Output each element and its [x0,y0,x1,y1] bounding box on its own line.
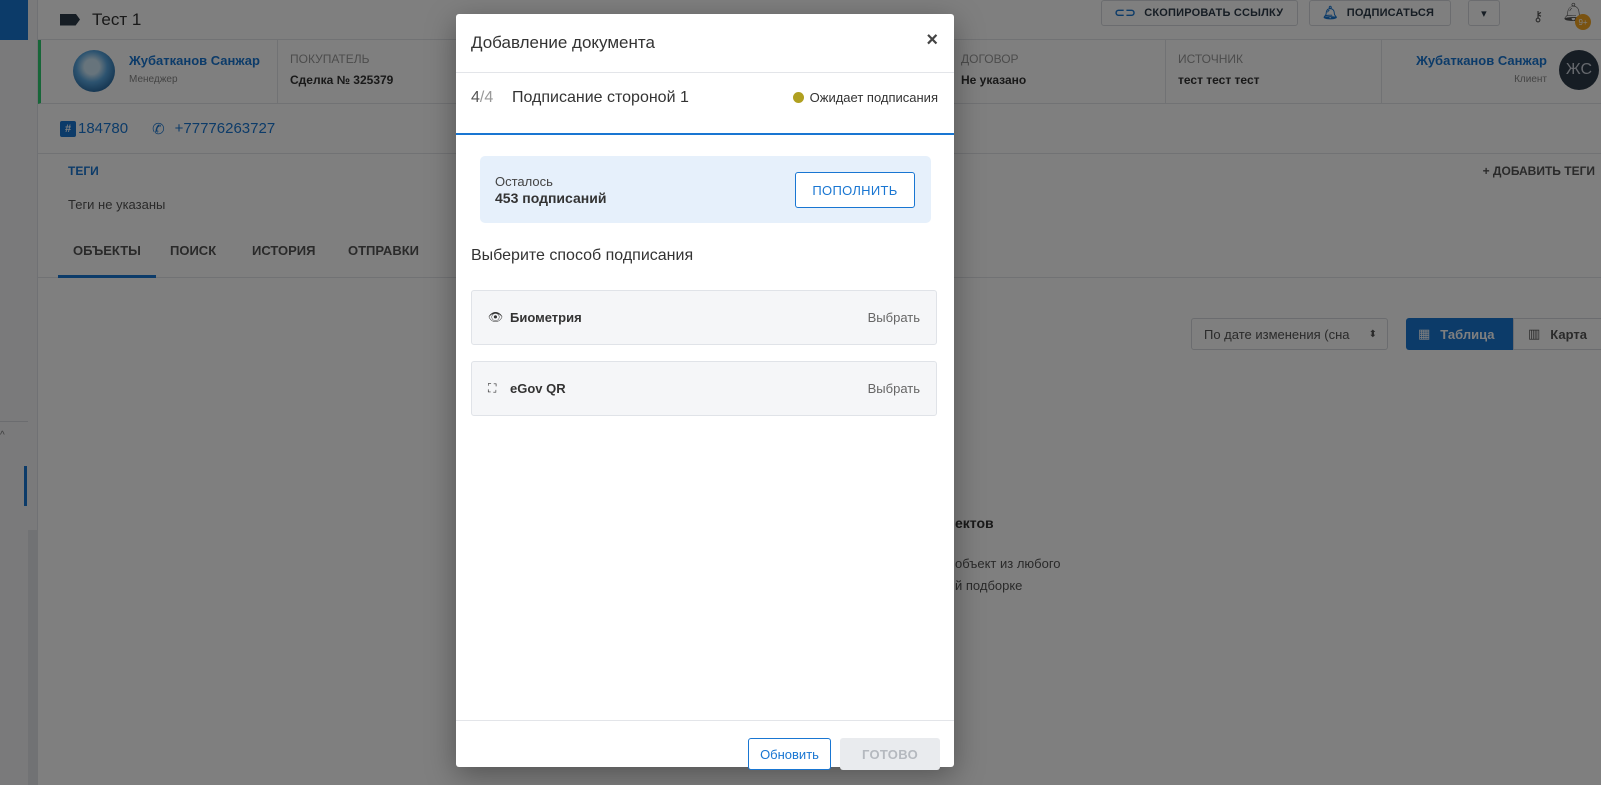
step-total: /4 [479,89,494,106]
step-counter: 4/4 [471,89,493,107]
qr-scan-icon: ⛶ [488,381,497,395]
method-egov-qr[interactable]: ⛶ eGov QR Выбрать [471,361,937,416]
method-biometry-select[interactable]: Выбрать [868,310,920,325]
balance-label: Осталось [495,174,553,189]
balance-count: 453 подписаний [495,190,607,206]
choose-method-title: Выберите способ подписания [471,247,694,264]
eye-icon: 👁︎ [488,310,504,324]
step-header: 4/4 Подписание стороной 1 Ожидает подпис… [456,73,954,135]
modal-title: Добавление документа [471,33,655,52]
close-icon[interactable]: × [926,29,938,52]
done-button[interactable]: ГОТОВО [840,738,940,770]
clock-status-icon [792,92,804,103]
step-status: Ожидает подписания [792,90,938,105]
method-biometry-name: Биометрия [510,310,582,325]
step-name: Подписание стороной 1 [512,89,689,106]
topup-button[interactable]: ПОПОЛНИТЬ [795,172,915,208]
method-biometry[interactable]: 👁︎ Биометрия Выбрать [471,290,937,345]
method-egov-name: eGov QR [510,381,566,396]
method-egov-select[interactable]: Выбрать [868,381,920,396]
modal-header: Добавление документа × [456,14,954,73]
modal-footer: Обновить ГОТОВО [456,720,954,770]
signatures-balance: Осталось 453 подписаний ПОПОЛНИТЬ [480,156,931,223]
step-status-label: Ожидает подписания [809,90,938,105]
add-document-modal: Добавление документа × 4/4 Подписание ст… [456,14,954,770]
refresh-button[interactable]: Обновить [748,738,831,770]
step-current: 4 [471,89,480,106]
